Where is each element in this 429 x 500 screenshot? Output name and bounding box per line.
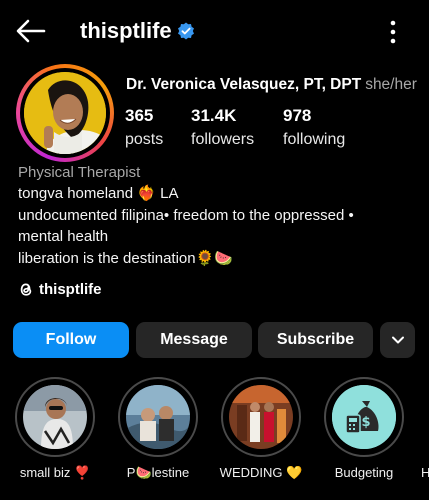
follow-button[interactable]: Follow bbox=[13, 322, 129, 358]
profile-category: Physical Therapist bbox=[18, 164, 141, 181]
profile-bio: tongva homeland ❤️‍🔥 LA undocumented fil… bbox=[18, 183, 418, 269]
stat-posts[interactable]: 365 posts bbox=[125, 106, 163, 149]
bio-line: tongva homeland ❤️‍🔥 LA bbox=[18, 185, 179, 202]
highlight-label-partial: H bbox=[421, 465, 429, 480]
bio-line: undocumented filipina• freedom to the op… bbox=[18, 206, 354, 246]
highlight-cover bbox=[229, 385, 293, 449]
threads-handle: thisptlife bbox=[39, 281, 102, 298]
stat-value: 31.4K bbox=[191, 106, 237, 125]
highlight-ring: $ bbox=[324, 377, 404, 457]
suggested-accounts-button[interactable] bbox=[380, 322, 415, 358]
threads-link[interactable]: thisptlife bbox=[18, 281, 102, 298]
message-button[interactable]: Message bbox=[136, 322, 252, 358]
highlight-label: Budgeting bbox=[334, 465, 394, 480]
highlight-ring bbox=[118, 377, 198, 457]
stat-value: 978 bbox=[283, 106, 312, 125]
avatar-story-ring[interactable] bbox=[16, 64, 114, 162]
header-username: thisptlife bbox=[80, 18, 172, 43]
highlight-cover bbox=[23, 385, 87, 449]
more-vertical-icon[interactable] bbox=[383, 18, 403, 46]
stat-label: following bbox=[283, 131, 346, 148]
avatar bbox=[24, 72, 106, 154]
highlight-ring bbox=[15, 377, 95, 457]
stat-following[interactable]: 978 following bbox=[283, 106, 345, 149]
chevron-down-icon bbox=[391, 336, 404, 344]
stat-label: followers bbox=[191, 131, 255, 148]
money-bag-icon: $ bbox=[332, 385, 396, 449]
pronouns: she/her bbox=[365, 76, 417, 93]
back-arrow-icon[interactable] bbox=[14, 16, 48, 46]
svg-text:$: $ bbox=[361, 415, 370, 430]
top-bar: thisptlife bbox=[0, 0, 429, 62]
threads-icon bbox=[20, 283, 32, 296]
stat-followers[interactable]: 31.4K followers bbox=[191, 106, 254, 149]
verified-badge-icon bbox=[177, 22, 195, 40]
stat-label: posts bbox=[125, 131, 164, 148]
full-name-text: Dr. Veronica Velasquez, PT, DPT bbox=[126, 76, 362, 93]
profile-full-name: Dr. Veronica Velasquez, PT, DPT she/her bbox=[126, 76, 417, 94]
highlight-cover bbox=[126, 385, 190, 449]
stat-value: 365 bbox=[125, 106, 154, 125]
highlight-ring bbox=[221, 377, 301, 457]
subscribe-button[interactable]: Subscribe bbox=[258, 322, 373, 358]
bio-line: liberation is the destination🌻🍉 bbox=[18, 249, 233, 267]
